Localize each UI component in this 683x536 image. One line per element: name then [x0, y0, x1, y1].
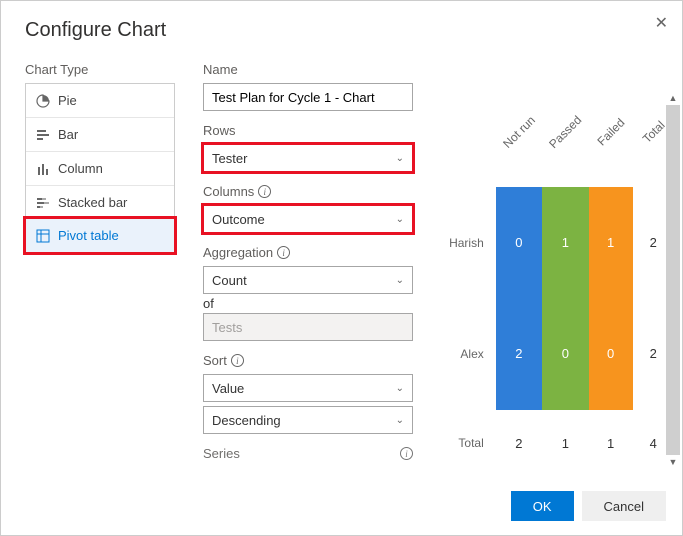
rows-value: Tester [212, 151, 247, 166]
chart-type-column[interactable]: Column [26, 151, 174, 185]
cell: 1 [589, 187, 633, 298]
chart-type-label-text: Bar [58, 127, 78, 142]
columns-label: Columns [203, 184, 254, 199]
row-header: Alex [443, 298, 496, 409]
fields-section: Name Rows Tester ⌄ Columns i Outcome ⌄ [203, 62, 413, 477]
chart-type-label-text: Pie [58, 93, 77, 108]
name-label: Name [203, 62, 413, 77]
row-header: Total [443, 410, 496, 477]
series-label: Series [203, 446, 240, 461]
cell: 0 [496, 187, 542, 298]
chart-preview: Not run Passed Failed Total Harish 0 1 1… [443, 62, 674, 477]
cell: 0 [589, 298, 633, 409]
chevron-down-icon: ⌄ [396, 383, 404, 394]
chart-type-label-text: Stacked bar [58, 195, 127, 210]
chevron-down-icon: ⌄ [396, 415, 404, 426]
cell: 2 [496, 298, 542, 409]
pie-icon [36, 94, 50, 108]
chart-type-pie[interactable]: Pie [26, 84, 174, 117]
cancel-button[interactable]: Cancel [582, 491, 666, 521]
sort-field-value: Value [212, 381, 244, 396]
cell: 0 [542, 298, 589, 409]
info-icon[interactable]: i [400, 447, 413, 460]
chart-type-bar[interactable]: Bar [26, 117, 174, 151]
sort-field-select[interactable]: Value ⌄ [203, 374, 413, 402]
rows-label: Rows [203, 123, 413, 138]
chart-type-section: Chart Type Pie Bar [25, 62, 175, 477]
dialog-title: Configure Chart [1, 1, 682, 62]
stacked-bar-icon [36, 196, 50, 210]
sort-label: Sort [203, 353, 227, 368]
row-header: Harish [443, 187, 496, 298]
chart-type-label-text: Pivot table [58, 228, 119, 243]
aggregation-select[interactable]: Count ⌄ [203, 266, 413, 294]
column-icon [36, 162, 50, 176]
close-button[interactable]: ✕ [655, 13, 668, 33]
scrollbar[interactable]: ▲ ▼ [666, 91, 680, 469]
table-row: Alex 2 0 0 2 [443, 298, 674, 409]
close-icon: ✕ [655, 15, 668, 32]
bar-icon [36, 128, 50, 142]
chart-type-label-text: Column [58, 161, 103, 176]
cell: 1 [589, 410, 633, 477]
info-icon[interactable]: i [258, 185, 271, 198]
dialog-footer: OK Cancel [1, 477, 682, 535]
ok-button[interactable]: OK [511, 491, 574, 521]
chart-type-stacked-bar[interactable]: Stacked bar [26, 185, 174, 219]
scroll-thumb[interactable] [666, 105, 680, 455]
chevron-down-icon: ⌄ [396, 275, 404, 286]
columns-value: Outcome [212, 212, 265, 227]
pivot-table-icon [36, 229, 50, 243]
configure-chart-dialog: ✕ Configure Chart Chart Type Pie Bar [1, 1, 682, 535]
sort-dir-select[interactable]: Descending ⌄ [203, 406, 413, 434]
cell: 2 [496, 410, 542, 477]
chevron-down-icon: ⌄ [396, 214, 404, 225]
cell: 1 [542, 410, 589, 477]
of-field: Tests [203, 313, 413, 341]
chart-type-list: Pie Bar Column [25, 83, 175, 253]
chart-type-label: Chart Type [25, 62, 175, 77]
col-header: Not run [498, 110, 541, 153]
of-label: of [203, 296, 413, 311]
table-row: Harish 0 1 1 2 [443, 187, 674, 298]
col-header: Passed [544, 110, 587, 153]
chevron-down-icon: ⌄ [396, 153, 404, 164]
info-icon[interactable]: i [231, 354, 244, 367]
sort-dir-value: Descending [212, 413, 281, 428]
pivot-table-preview: Not run Passed Failed Total Harish 0 1 1… [443, 76, 674, 477]
table-row-total: Total 2 1 1 4 [443, 410, 674, 477]
chart-type-pivot-table[interactable]: Pivot table [25, 218, 175, 253]
col-header: Failed [590, 111, 631, 152]
name-input[interactable] [203, 83, 413, 111]
columns-select[interactable]: Outcome ⌄ [203, 205, 413, 233]
info-icon[interactable]: i [277, 246, 290, 259]
aggregation-value: Count [212, 273, 247, 288]
scroll-up-icon[interactable]: ▲ [666, 91, 680, 105]
cell: 1 [542, 187, 589, 298]
scroll-down-icon[interactable]: ▼ [666, 455, 680, 469]
aggregation-label: Aggregation [203, 245, 273, 260]
rows-select[interactable]: Tester ⌄ [203, 144, 413, 172]
